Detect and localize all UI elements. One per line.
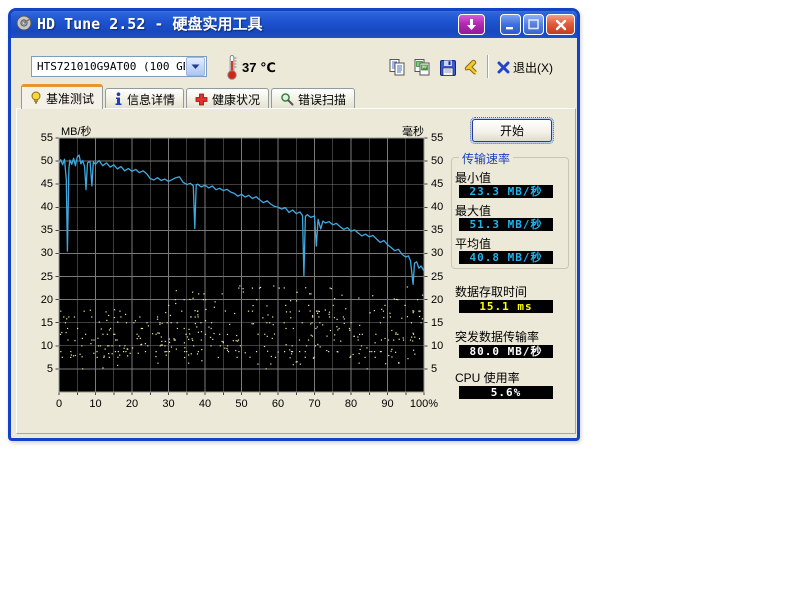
left-ytick-5: 5: [29, 363, 53, 375]
left-ytick-30: 30: [29, 247, 53, 259]
close-button[interactable]: [546, 14, 575, 35]
download-arrow-button[interactable]: [458, 14, 485, 35]
xtick-50: 50: [225, 398, 259, 410]
xtick-100%: 100%: [407, 398, 441, 410]
maximize-button[interactable]: [523, 14, 544, 35]
toolbar-separator: [487, 55, 488, 78]
hd-tune-app-icon: [16, 15, 32, 31]
access-time-value: 15.1 ms: [459, 300, 553, 313]
minimize-button[interactable]: [500, 14, 521, 35]
magnifier-icon: [280, 92, 294, 106]
left-ytick-45: 45: [29, 178, 53, 190]
cpu-usage-value: 5.6%: [459, 386, 553, 399]
exit-cross-icon: [496, 60, 511, 75]
save-icon: [439, 59, 457, 77]
temperature-value: 37 ℃: [242, 60, 276, 76]
left-ytick-10: 10: [29, 340, 53, 352]
burst-rate-value: 80.0 MB/秒: [459, 345, 553, 358]
avg-label: 平均值: [455, 235, 491, 252]
tab-label: 健康状况: [212, 91, 260, 108]
tab-label: 基准测试: [46, 90, 94, 107]
xtick-70: 70: [298, 398, 332, 410]
start-button[interactable]: 开始: [472, 119, 552, 142]
right-ytick-25: 25: [431, 271, 455, 283]
exit-button[interactable]: 退出(X): [496, 57, 553, 77]
maximize-icon: [528, 19, 539, 30]
max-label: 最大值: [455, 202, 491, 219]
copy-text-button[interactable]: [385, 55, 410, 80]
burst-rate-label: 突发数据传输率: [455, 328, 539, 345]
copy-text-icon: [388, 58, 407, 77]
options-icon: [463, 58, 482, 77]
access-time-label: 数据存取时间: [455, 283, 527, 300]
info-icon: [114, 92, 123, 106]
tab-label: 错误扫描: [298, 91, 346, 108]
min-label: 最小值: [455, 169, 491, 186]
right-ytick-10: 10: [431, 340, 455, 352]
hd-tune-window: HD Tune 2.52 - 硬盘实用工具 HTS721010G9AT00 (1…: [8, 8, 580, 441]
tab-health[interactable]: 健康状况: [186, 88, 269, 109]
xtick-80: 80: [334, 398, 368, 410]
window-title: HD Tune 2.52 - 硬盘实用工具: [37, 13, 262, 34]
left-ytick-55: 55: [29, 132, 53, 144]
options-button[interactable]: [460, 55, 485, 80]
xtick-90: 90: [371, 398, 405, 410]
avg-value: 40.8 MB/秒: [459, 251, 553, 264]
left-ytick-35: 35: [29, 224, 53, 236]
chevron-down-icon[interactable]: [186, 57, 205, 76]
left-ytick-40: 40: [29, 201, 53, 213]
xtick-0: 0: [42, 398, 76, 410]
benchmark-chart: [55, 137, 429, 398]
minimize-icon: [505, 19, 516, 30]
tab-error-scan[interactable]: 错误扫描: [271, 88, 355, 109]
left-ytick-20: 20: [29, 294, 53, 306]
titlebar[interactable]: HD Tune 2.52 - 硬盘实用工具: [8, 8, 580, 38]
right-ytick-15: 15: [431, 317, 455, 329]
cpu-usage-label: CPU 使用率: [455, 369, 520, 386]
left-ytick-25: 25: [29, 271, 53, 283]
min-value: 23.3 MB/秒: [459, 185, 553, 198]
bulb-icon: [30, 91, 42, 105]
drive-select-dropdown[interactable]: HTS721010G9AT00 (100 GB): [31, 56, 207, 77]
xtick-30: 30: [152, 398, 186, 410]
left-ytick-15: 15: [29, 317, 53, 329]
tab-info[interactable]: 信息详情: [105, 88, 184, 109]
xtick-40: 40: [188, 398, 222, 410]
health-cross-icon: [195, 93, 208, 106]
exit-label: 退出(X): [513, 59, 553, 76]
max-value: 51.3 MB/秒: [459, 218, 553, 231]
transfer-rate-group-title: 传输速率: [459, 150, 513, 167]
xtick-10: 10: [79, 398, 113, 410]
copy-image-button[interactable]: [410, 55, 435, 80]
tab-bar: 基准测试 信息详情 健康状况 错误扫描: [21, 87, 357, 109]
benchmark-tab-page: MB/秒 毫秒 555045403530252015105 5550454035…: [16, 108, 576, 434]
xtick-60: 60: [261, 398, 295, 410]
drive-select-value: HTS721010G9AT00 (100 GB): [32, 60, 185, 73]
right-ytick-5: 5: [431, 363, 455, 375]
tab-benchmark[interactable]: 基准测试: [21, 84, 103, 109]
copy-image-icon: [413, 58, 432, 77]
right-ytick-20: 20: [431, 294, 455, 306]
close-icon: [555, 19, 567, 31]
right-ytick-55: 55: [431, 132, 455, 144]
download-arrow-icon: [465, 18, 478, 31]
tab-label: 信息详情: [127, 91, 175, 108]
left-ytick-50: 50: [29, 155, 53, 167]
save-button[interactable]: [435, 55, 460, 80]
thermometer-icon: [225, 54, 239, 80]
xtick-20: 20: [115, 398, 149, 410]
